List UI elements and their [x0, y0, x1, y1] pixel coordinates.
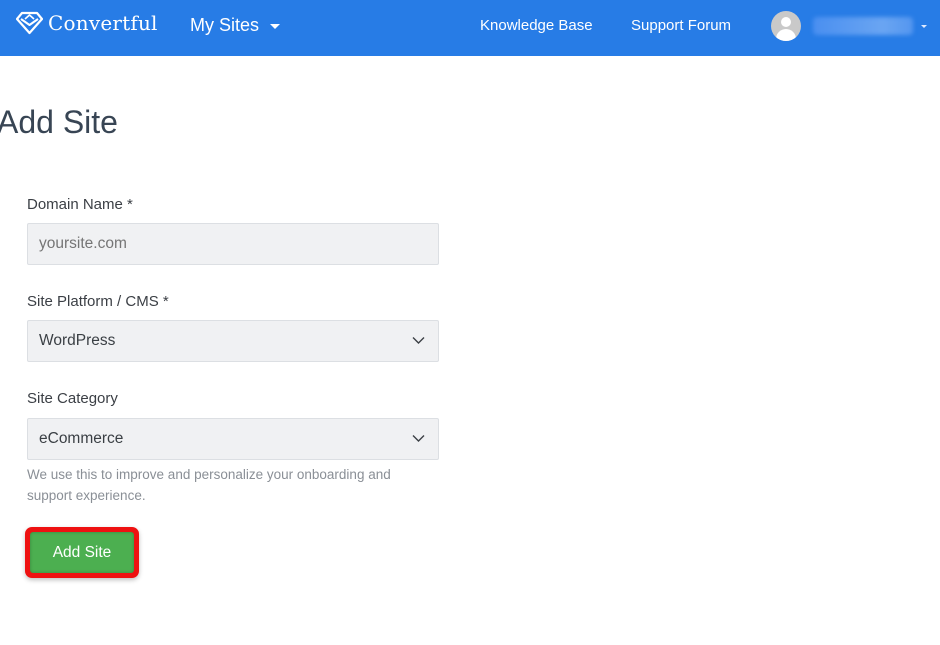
top-navbar: Convertful My Sites Knowledge Base Suppo…: [0, 0, 940, 56]
site-platform-label: Site Platform / CMS *: [27, 293, 169, 310]
site-category-help-text: We use this to improve and personalize y…: [27, 467, 391, 503]
diamond-logo-icon: [16, 11, 43, 35]
brand-name: Convertful: [48, 11, 158, 35]
add-site-button[interactable]: Add Site: [30, 532, 134, 573]
user-avatar-icon[interactable]: [771, 11, 801, 41]
domain-name-input[interactable]: [27, 223, 439, 265]
avatar-head-shape: [781, 17, 791, 27]
my-sites-dropdown[interactable]: My Sites: [190, 15, 281, 36]
support-forum-link[interactable]: Support Forum: [631, 17, 731, 34]
domain-name-label: Domain Name *: [27, 196, 133, 213]
site-platform-value: WordPress: [39, 332, 116, 349]
page-title: Add Site: [0, 104, 118, 140]
knowledge-base-link[interactable]: Knowledge Base: [480, 17, 593, 34]
brand-logo-link[interactable]: Convertful: [16, 11, 158, 35]
user-menu-caret-icon[interactable]: [921, 25, 927, 28]
site-category-label: Site Category: [27, 390, 118, 407]
site-platform-select[interactable]: WordPress: [27, 320, 439, 362]
chevron-down-icon: [412, 435, 425, 442]
user-name-redacted[interactable]: [813, 17, 913, 35]
site-category-select[interactable]: eCommerce: [27, 418, 439, 460]
chevron-down-icon: [412, 337, 425, 344]
caret-down-icon: [270, 24, 281, 29]
site-category-value: eCommerce: [39, 430, 124, 447]
avatar-body-shape: [776, 29, 796, 41]
my-sites-label: My Sites: [190, 15, 260, 35]
